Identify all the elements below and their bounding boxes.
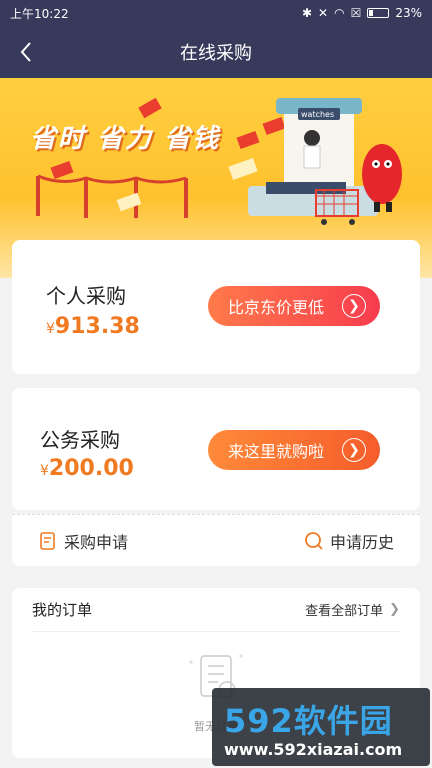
sim-icon: ☒: [350, 6, 362, 20]
apply-history-button[interactable]: 申请历史: [304, 529, 394, 553]
personal-balance: ¥913.38: [46, 314, 140, 339]
document-edit-icon: [40, 531, 55, 550]
personal-purchase-button-label: 比京东价更低: [228, 298, 325, 317]
status-icons: ✱ ✕ ◠ ☒ 23%: [302, 6, 422, 20]
status-time: 上午10:22: [10, 6, 69, 21]
purchase-apply-label: 采购申请: [64, 532, 129, 552]
personal-purchase-button[interactable]: 比京东价更低 ❯: [208, 286, 380, 326]
purchase-apply-button[interactable]: 采购申请: [38, 529, 128, 553]
personal-purchase-title: 个人采购: [46, 284, 126, 308]
orders-header: 我的订单 查看全部订单 ❯: [32, 588, 400, 632]
page-title: 在线采购: [180, 43, 252, 64]
action-row: 采购申请 申请历史: [12, 514, 420, 566]
personal-purchase-card: 个人采购 ¥913.38 比京东价更低 ❯: [12, 240, 420, 374]
apply-history-label: 申请历史: [329, 532, 394, 552]
official-balance: ¥200.00: [40, 456, 134, 481]
watermark-url: www.592xiazai.com: [224, 740, 403, 759]
official-amount: 200.00: [48, 456, 134, 481]
chevron-right-icon: ❯: [342, 294, 366, 318]
bluetooth-icon: ✱: [301, 6, 313, 20]
personal-amount: 913.38: [54, 314, 140, 339]
currency-symbol: ¥: [40, 463, 49, 479]
watermark-brand: 592软件园: [224, 702, 393, 740]
search-icon: [305, 531, 323, 550]
status-bar: 上午10:22 ✱ ✕ ◠ ☒ 23%: [0, 0, 432, 26]
chevron-right-icon: ❯: [342, 438, 366, 462]
nav-bar: 在线采购: [0, 26, 432, 78]
battery-icon: [367, 8, 390, 18]
battery-level: 23%: [395, 6, 422, 20]
official-purchase-title: 公务采购: [40, 428, 120, 452]
view-all-orders-label: 查看全部订单: [305, 604, 384, 619]
chevron-right-icon: ❯: [389, 602, 400, 617]
currency-symbol: ¥: [46, 321, 55, 337]
banner-watches-sign: watches: [301, 110, 334, 119]
official-purchase-button[interactable]: 来这里就购啦 ❯: [208, 430, 380, 470]
mute-icon: ✕: [318, 6, 329, 20]
official-purchase-button-label: 来这里就购啦: [228, 442, 325, 461]
official-purchase-card: 公务采购 ¥200.00 来这里就购啦 ❯: [12, 388, 420, 510]
wifi-icon: ◠: [334, 6, 345, 20]
back-arrow-icon[interactable]: [14, 38, 42, 66]
site-watermark: 592软件园 www.592xiazai.com: [212, 688, 430, 766]
orders-title: 我的订单: [32, 601, 93, 619]
view-all-orders-link[interactable]: 查看全部订单 ❯: [305, 600, 400, 619]
